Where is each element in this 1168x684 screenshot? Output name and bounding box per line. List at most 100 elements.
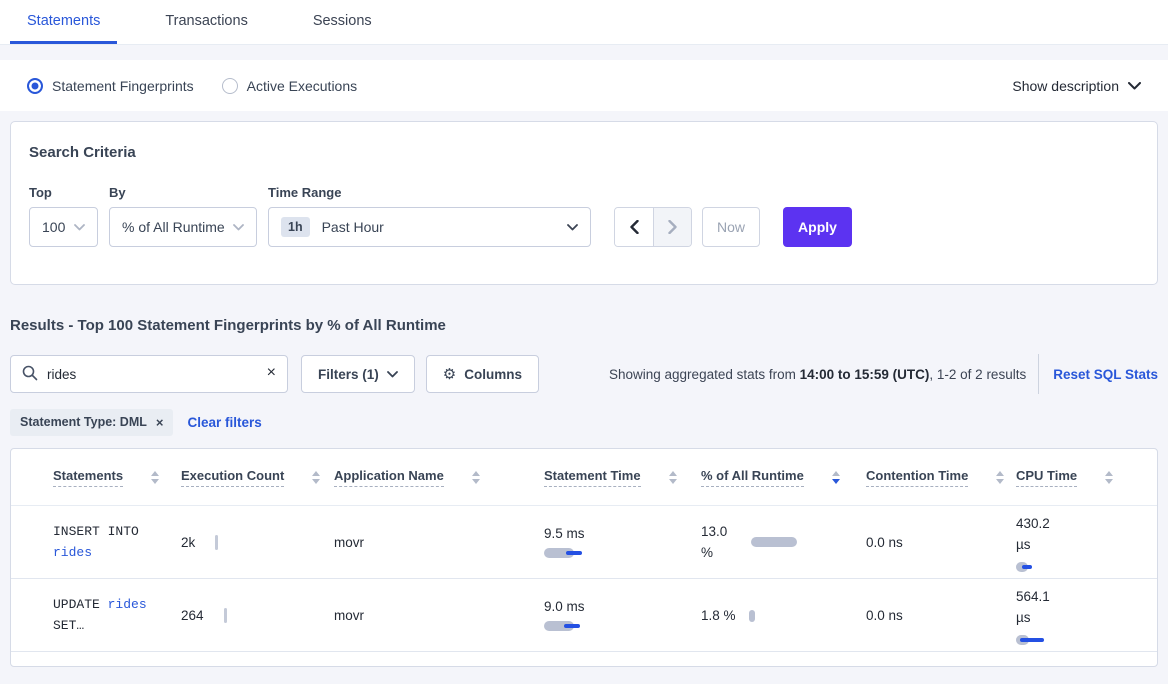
table-row: INSERT INTO rides 2k movr 9.5 ms 13.0 % … — [11, 506, 1157, 579]
chevron-right-icon — [668, 220, 677, 234]
col-header-label[interactable]: % of All Runtime — [701, 468, 804, 487]
contention-time-value: 0.0 ns — [866, 608, 903, 623]
radio-statement-fingerprints[interactable]: Statement Fingerprints — [27, 78, 194, 94]
by-label: By — [109, 185, 257, 200]
summary-time-range: 14:00 to 15:59 (UTC) — [800, 367, 930, 382]
tab-sessions[interactable]: Sessions — [296, 0, 389, 44]
execution-count-bar — [224, 608, 227, 623]
search-criteria-panel: Search Criteria Top 100 By % of All Runt… — [10, 121, 1158, 285]
summary-prefix: Showing aggregated stats from — [609, 367, 800, 382]
gear-icon: ⚙ — [443, 365, 456, 383]
show-description-label: Show description — [1012, 78, 1119, 94]
col-header-contention-time: Contention Time — [866, 468, 1016, 487]
sort-icon[interactable] — [472, 471, 480, 484]
search-criteria-title: Search Criteria — [29, 144, 1139, 161]
time-range-select[interactable]: 1h Past Hour — [268, 207, 591, 247]
summary-suffix: , 1-2 of 2 results — [929, 367, 1026, 382]
by-select[interactable]: % of All Runtime — [109, 207, 257, 247]
time-range-field-group: Time Range 1h Past Hour — [268, 185, 591, 247]
reset-sql-stats-link[interactable]: Reset SQL Stats — [1053, 367, 1158, 382]
col-header-label[interactable]: Execution Count — [181, 468, 284, 487]
radio-unselected-icon[interactable] — [222, 78, 238, 94]
contention-time-value: 0.0 ns — [866, 535, 903, 550]
active-filters-row: Statement Type: DML × Clear filters — [10, 408, 1158, 436]
top-field-group: Top 100 — [29, 185, 98, 247]
by-field-group: By % of All Runtime — [109, 185, 257, 247]
time-range-label: Time Range — [268, 185, 591, 200]
col-header-application-name: Application Name — [334, 468, 544, 487]
tab-transactions[interactable]: Transactions — [148, 0, 264, 44]
application-name-value: movr — [334, 535, 364, 550]
sort-icon-descending[interactable] — [832, 471, 840, 484]
sort-icon[interactable] — [151, 471, 159, 484]
chevron-down-icon — [387, 371, 398, 378]
sort-icon[interactable] — [312, 471, 320, 484]
now-button[interactable]: Now — [702, 207, 760, 247]
view-toggle-bar: Statement Fingerprints Active Executions… — [0, 60, 1168, 111]
top-tab-bar: Statements Transactions Sessions — [0, 0, 1168, 45]
clear-filters-link[interactable]: Clear filters — [187, 415, 261, 430]
col-header-label[interactable]: CPU Time — [1016, 468, 1077, 487]
statement-link[interactable]: rides — [108, 597, 147, 612]
time-range-badge: 1h — [281, 217, 310, 237]
apply-button[interactable]: Apply — [783, 207, 852, 247]
toolbar-divider — [1038, 354, 1039, 394]
col-header-statement-time: Statement Time — [544, 468, 701, 487]
top-select-value: 100 — [42, 219, 65, 235]
col-header-label[interactable]: Contention Time — [866, 468, 968, 487]
search-input[interactable] — [10, 355, 288, 393]
chevron-down-icon — [567, 224, 578, 231]
radio-label: Statement Fingerprints — [52, 78, 194, 94]
col-header-label[interactable]: Application Name — [334, 468, 444, 487]
show-description-toggle[interactable]: Show description — [1012, 78, 1141, 94]
runtime-pct-value: 13.0 % — [701, 521, 741, 563]
tab-statements[interactable]: Statements — [10, 0, 117, 44]
results-summary: Showing aggregated stats from 14:00 to 1… — [609, 367, 1026, 382]
statement-link[interactable]: rides — [53, 545, 92, 560]
statement-time-bar — [544, 548, 584, 558]
filters-button[interactable]: Filters (1) — [301, 355, 415, 393]
execution-count-value: 264 — [181, 608, 204, 623]
execution-count-value: 2k — [181, 535, 195, 550]
top-label: Top — [29, 185, 98, 200]
statement-fingerprint[interactable]: INSERT INTO rides — [53, 521, 173, 563]
statement-text: INSERT INTO — [53, 524, 139, 539]
time-nav-arrows — [614, 207, 692, 247]
runtime-pct-value: 1.8 % — [701, 605, 741, 626]
statement-text: SET… — [53, 618, 84, 633]
next-time-button[interactable] — [653, 208, 691, 246]
time-range-value: Past Hour — [322, 219, 384, 235]
table-header-row: Statements Execution Count Application N… — [11, 449, 1157, 506]
clear-search-icon[interactable]: × — [267, 363, 276, 383]
chevron-down-icon — [74, 224, 85, 231]
remove-filter-icon[interactable]: × — [156, 415, 164, 430]
previous-time-button[interactable] — [615, 208, 653, 246]
sort-icon[interactable] — [1105, 471, 1113, 484]
sort-icon[interactable] — [996, 471, 1004, 484]
top-select[interactable]: 100 — [29, 207, 98, 247]
results-toolbar: × Filters (1) ⚙ Columns Showing aggregat… — [10, 354, 1158, 394]
col-header-execution-count: Execution Count — [181, 468, 334, 487]
columns-button-label: Columns — [464, 367, 522, 382]
by-select-value: % of All Runtime — [122, 219, 225, 235]
cpu-time-bar — [1016, 635, 1044, 645]
cpu-time-value: 564.1 µs — [1016, 586, 1064, 628]
search-icon — [22, 365, 38, 381]
cpu-time-bar — [1016, 562, 1034, 572]
runtime-pct-bar — [749, 610, 755, 620]
radio-active-executions[interactable]: Active Executions — [222, 78, 358, 94]
columns-button[interactable]: ⚙ Columns — [426, 355, 539, 393]
sort-icon[interactable] — [669, 471, 677, 484]
filters-button-label: Filters (1) — [318, 367, 379, 382]
application-name-value: movr — [334, 608, 364, 623]
radio-selected-icon[interactable] — [27, 78, 43, 94]
col-header-statements: Statements — [53, 468, 181, 487]
chevron-down-icon — [233, 224, 244, 231]
col-header-label[interactable]: Statement Time — [544, 468, 641, 487]
chevron-down-icon — [1128, 82, 1141, 90]
statement-fingerprint[interactable]: UPDATE rides SET… — [53, 594, 173, 636]
col-header-label[interactable]: Statements — [53, 468, 123, 487]
search-field-wrap: × — [10, 355, 288, 393]
filter-chip-statement-type[interactable]: Statement Type: DML × — [10, 409, 173, 436]
col-header-cpu-time: CPU Time — [1016, 468, 1157, 487]
